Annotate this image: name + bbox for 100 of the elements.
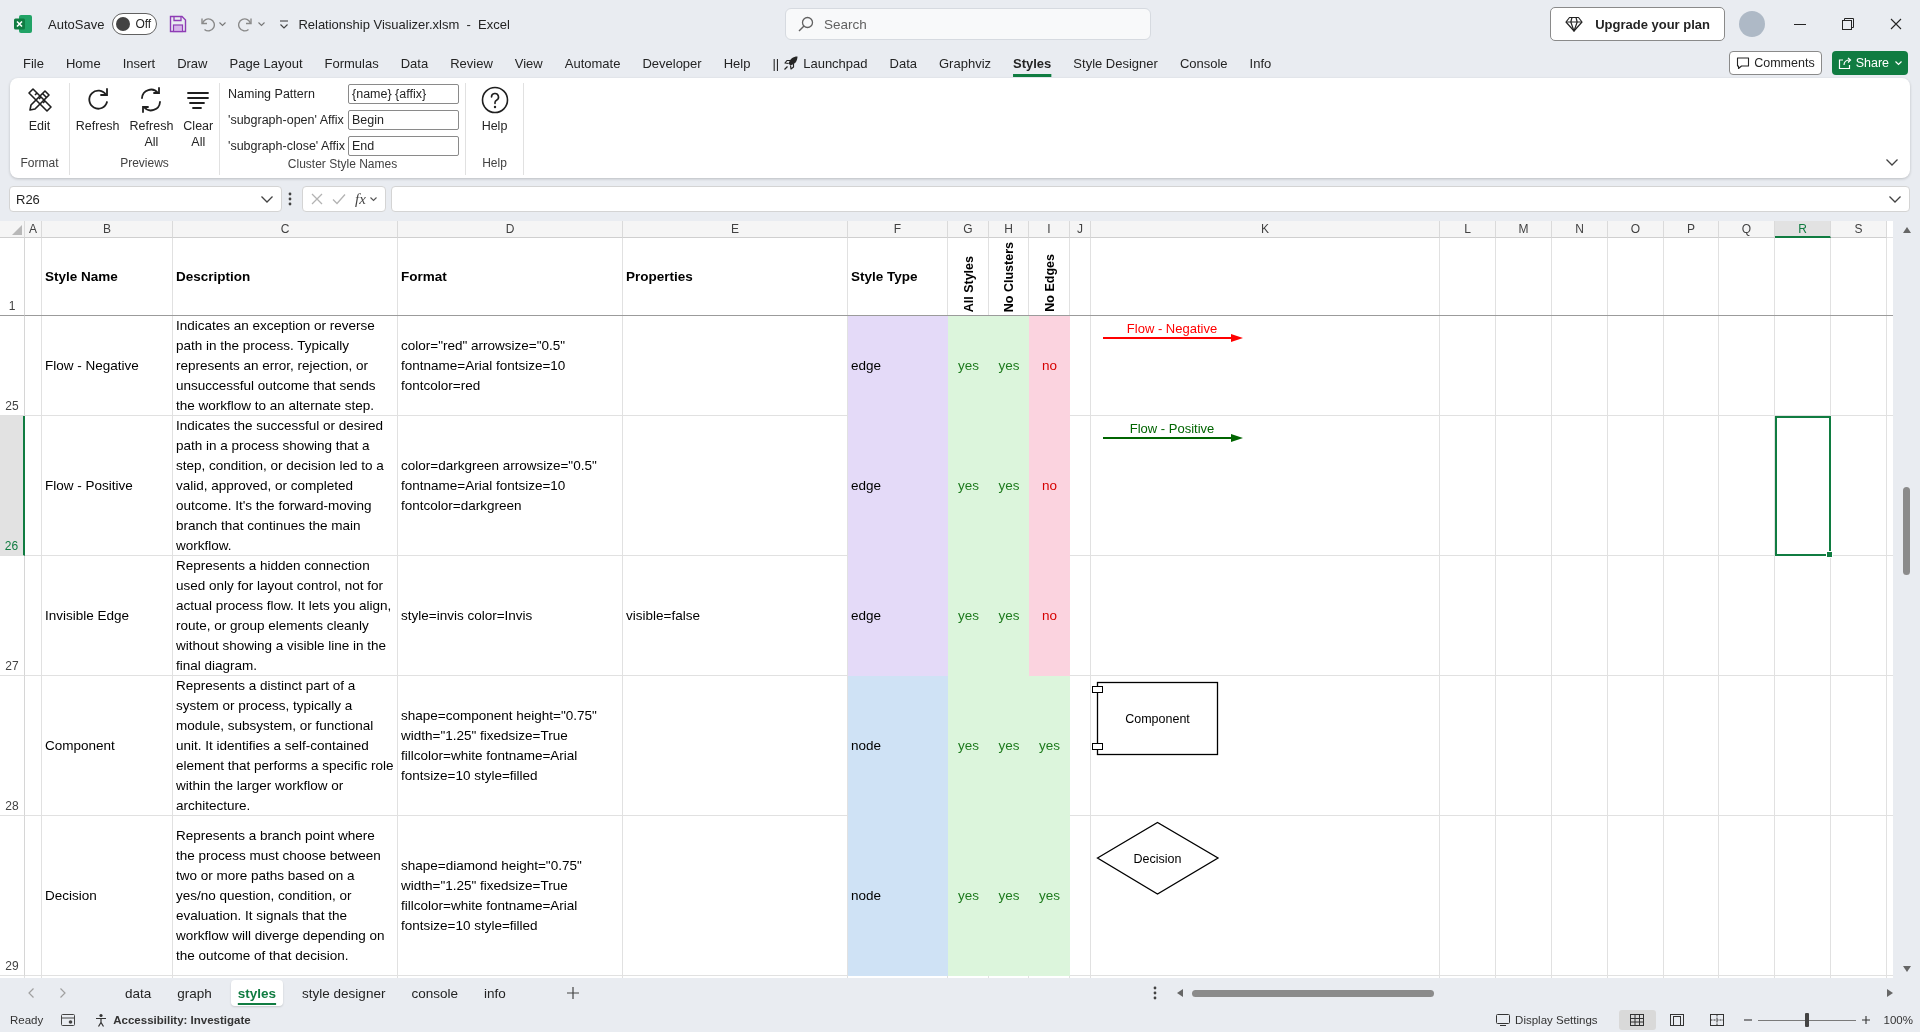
redo-icon[interactable] (238, 16, 255, 32)
scrollbar-thumb[interactable] (1903, 487, 1910, 575)
column-heading: Properties (626, 268, 693, 286)
name-box[interactable]: R26 (9, 186, 282, 212)
caret-icon (1895, 60, 1902, 66)
column-header[interactable]: Q (1719, 221, 1775, 238)
column-header[interactable]: O (1608, 221, 1664, 238)
edge-label: Flow - Positive (1129, 421, 1215, 436)
refresh-all-button[interactable]: Refresh All (125, 86, 178, 150)
sheet-tab[interactable]: styles (230, 980, 284, 1006)
column-header[interactable]: J (1070, 221, 1091, 238)
clear-all-button[interactable]: Clear All (179, 86, 218, 150)
ribbon-tab[interactable]: Home (54, 48, 112, 78)
share-button[interactable]: Share (1831, 51, 1908, 75)
text-field[interactable]: End (348, 136, 459, 156)
column-header[interactable]: P (1664, 221, 1719, 238)
save-icon[interactable] (169, 15, 188, 33)
help-button[interactable]: Help (476, 86, 513, 134)
row-header[interactable]: 26 (0, 416, 25, 556)
display-settings-button[interactable]: Display Settings (1496, 1014, 1598, 1026)
dropdown-caret-icon[interactable] (279, 19, 290, 29)
close-icon[interactable] (1890, 18, 1902, 30)
refresh-button[interactable]: Refresh (71, 86, 124, 134)
column-header[interactable]: A (25, 221, 42, 238)
more-icon[interactable] (288, 192, 292, 206)
text-field[interactable]: {name} {affix} (348, 84, 459, 104)
undo-icon[interactable] (199, 16, 216, 32)
ribbon-tab[interactable]: Formulas (313, 48, 390, 78)
selected-cell[interactable] (1775, 416, 1831, 556)
edge-label: Flow - Negative (1126, 321, 1218, 336)
ribbon-tab[interactable]: Insert (111, 48, 167, 78)
ribbon-tab[interactable]: Page Layout (218, 48, 314, 78)
column-header[interactable]: B (42, 221, 173, 238)
accessibility-button[interactable]: Accessibility: Investigate (94, 1013, 251, 1027)
down-arrow-icon[interactable] (1902, 966, 1911, 972)
sheet-tab[interactable]: graph (170, 980, 219, 1006)
ribbon-tab[interactable]: Styles (1002, 48, 1063, 78)
normal-view-button[interactable] (1618, 1010, 1656, 1030)
scrollbar-thumb[interactable] (1192, 989, 1434, 997)
ribbon-tab[interactable]: View (503, 48, 554, 78)
ribbon-tab[interactable]: || Launchpad (761, 48, 879, 78)
text-field[interactable]: Begin (348, 110, 459, 130)
column-header[interactable]: K (1091, 221, 1440, 238)
restore-icon[interactable] (1842, 18, 1854, 30)
sheet-tab[interactable]: info (476, 980, 513, 1006)
flag-cell: yes (989, 416, 1029, 556)
column-header[interactable]: G (948, 221, 989, 238)
up-arrow-icon[interactable] (1902, 227, 1911, 233)
formula-input[interactable] (391, 186, 1910, 212)
column-header[interactable]: I (1029, 221, 1070, 238)
search-field[interactable]: Search (785, 8, 1151, 40)
column-header[interactable]: C (173, 221, 398, 238)
plus-icon[interactable] (566, 987, 579, 999)
caret-icon[interactable] (219, 21, 227, 27)
ribbon-tab[interactable]: Console (1168, 48, 1239, 78)
style-type-cell: edge (848, 416, 948, 556)
chevron-down-icon[interactable] (261, 195, 273, 203)
left-arrow-icon[interactable] (1177, 989, 1183, 997)
sheet-record-icon[interactable] (61, 1014, 76, 1026)
ribbon-tab[interactable]: Review (439, 48, 504, 78)
sheet-tab[interactable]: data (118, 980, 159, 1006)
column-header[interactable]: F (848, 221, 948, 238)
column-heading: Style Name (45, 268, 118, 286)
chevron-down-icon[interactable] (1886, 159, 1898, 166)
insert-function-button[interactable]: fx (355, 190, 377, 208)
column-header[interactable]: N (1552, 221, 1608, 238)
column-heading: Format (401, 268, 447, 286)
ribbon-tab[interactable]: Info (1238, 48, 1283, 78)
zoom-out-icon[interactable] (1743, 1016, 1752, 1024)
sheet-tab[interactable]: style designer (295, 980, 393, 1006)
description-text: Indicates the successful or desired path in a process showing that a step, condition, or decision led to a valid, approved, or completed outcome. It's the forward-moving branch that continues the main workflow. (176, 417, 385, 555)
column-header[interactable]: D (398, 221, 623, 238)
ribbon-tab[interactable]: Graphviz (928, 48, 1003, 78)
ribbon-tab[interactable]: Data (878, 48, 928, 78)
ribbon-tab[interactable]: Developer (631, 48, 713, 78)
fill-handle[interactable] (1826, 551, 1833, 558)
ribbon-tab[interactable]: Automate (553, 48, 632, 78)
right-arrow-icon[interactable] (1887, 989, 1893, 997)
ribbon-tab[interactable]: Draw (166, 48, 219, 78)
column-header[interactable]: E (623, 221, 848, 238)
edit-button[interactable]: Edit (21, 86, 58, 134)
zoom-in-icon[interactable] (1861, 1016, 1870, 1024)
column-header[interactable]: L (1440, 221, 1496, 238)
ribbon-tab[interactable]: Data (389, 48, 440, 78)
upgrade-button[interactable]: Upgrade your plan (1550, 7, 1725, 41)
caret-icon[interactable] (258, 21, 266, 27)
column-header[interactable]: R (1775, 221, 1831, 238)
chevron-down-icon[interactable] (1889, 195, 1901, 203)
sheet-tab[interactable]: console (404, 980, 465, 1006)
ribbon-tab[interactable]: Style Designer (1062, 48, 1169, 78)
slider-thumb[interactable] (1804, 1013, 1809, 1027)
column-header[interactable]: M (1496, 221, 1552, 238)
autosave-toggle[interactable]: Off (112, 13, 158, 35)
more-icon[interactable] (1153, 986, 1157, 1000)
group-label: Cluster Style Names (286, 156, 399, 173)
column-header[interactable]: H (989, 221, 1029, 238)
comments-button[interactable]: Comments (1729, 51, 1822, 75)
column-header[interactable]: S (1831, 221, 1887, 238)
ribbon-tab[interactable]: Help (712, 48, 762, 78)
ribbon-tab[interactable]: File (12, 48, 55, 78)
